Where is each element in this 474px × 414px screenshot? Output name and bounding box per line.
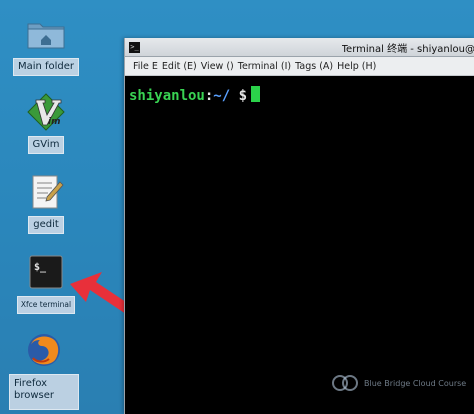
svg-text:$_: $_: [34, 262, 47, 273]
terminal-titlebar[interactable]: >_ Terminal 终端 - shiyanlou@: [125, 38, 474, 57]
terminal-output[interactable]: shiyanlou:~/ $: [125, 76, 474, 114]
prompt-path: ~/: [213, 88, 231, 104]
desktop-icon-label: GVim: [27, 136, 65, 154]
text-editor-icon: [26, 172, 66, 212]
desktop-icon-label: Firefox browser: [9, 374, 79, 410]
watermark-logo-icon: [332, 375, 358, 391]
svg-text:im: im: [48, 117, 60, 127]
terminal-icon: $_: [26, 252, 66, 292]
prompt-symbol: $: [238, 88, 248, 104]
desktop-icon-label: Main folder: [12, 58, 80, 76]
desktop-icon-firefox[interactable]: Firefox browser: [8, 330, 80, 410]
terminal-icon: >_: [129, 41, 140, 53]
menu-tags[interactable]: Tags (A): [295, 61, 333, 72]
watermark-text: Blue Bridge Cloud Course: [364, 378, 467, 388]
vim-icon: im: [26, 92, 66, 132]
text-cursor: [251, 86, 261, 102]
menu-help[interactable]: Help (H): [337, 61, 376, 72]
firefox-icon: [24, 330, 64, 370]
window-title: Terminal 终端 - shiyanlou@: [341, 43, 474, 55]
terminal-menubar: File E Edit (E) View () Terminal (I) Tag…: [125, 57, 474, 76]
desktop-icon-main-folder[interactable]: Main folder: [12, 14, 80, 76]
desktop-icon-label: gedit: [28, 216, 64, 234]
terminal-window[interactable]: >_ Terminal 终端 - shiyanlou@ File E Edit …: [124, 38, 474, 414]
menu-view[interactable]: View (): [201, 61, 234, 72]
folder-home-icon: [26, 14, 66, 54]
menu-terminal[interactable]: Terminal (I): [238, 61, 291, 72]
desktop-icon-gvim[interactable]: im GVim: [14, 92, 78, 154]
watermark: Blue Bridge Cloud Course: [330, 374, 466, 392]
menu-edit[interactable]: Edit (E): [162, 61, 197, 72]
desktop-icon-gedit[interactable]: gedit: [14, 172, 78, 234]
prompt-user: shiyanlou: [129, 88, 205, 104]
menu-file[interactable]: File E: [133, 61, 158, 72]
